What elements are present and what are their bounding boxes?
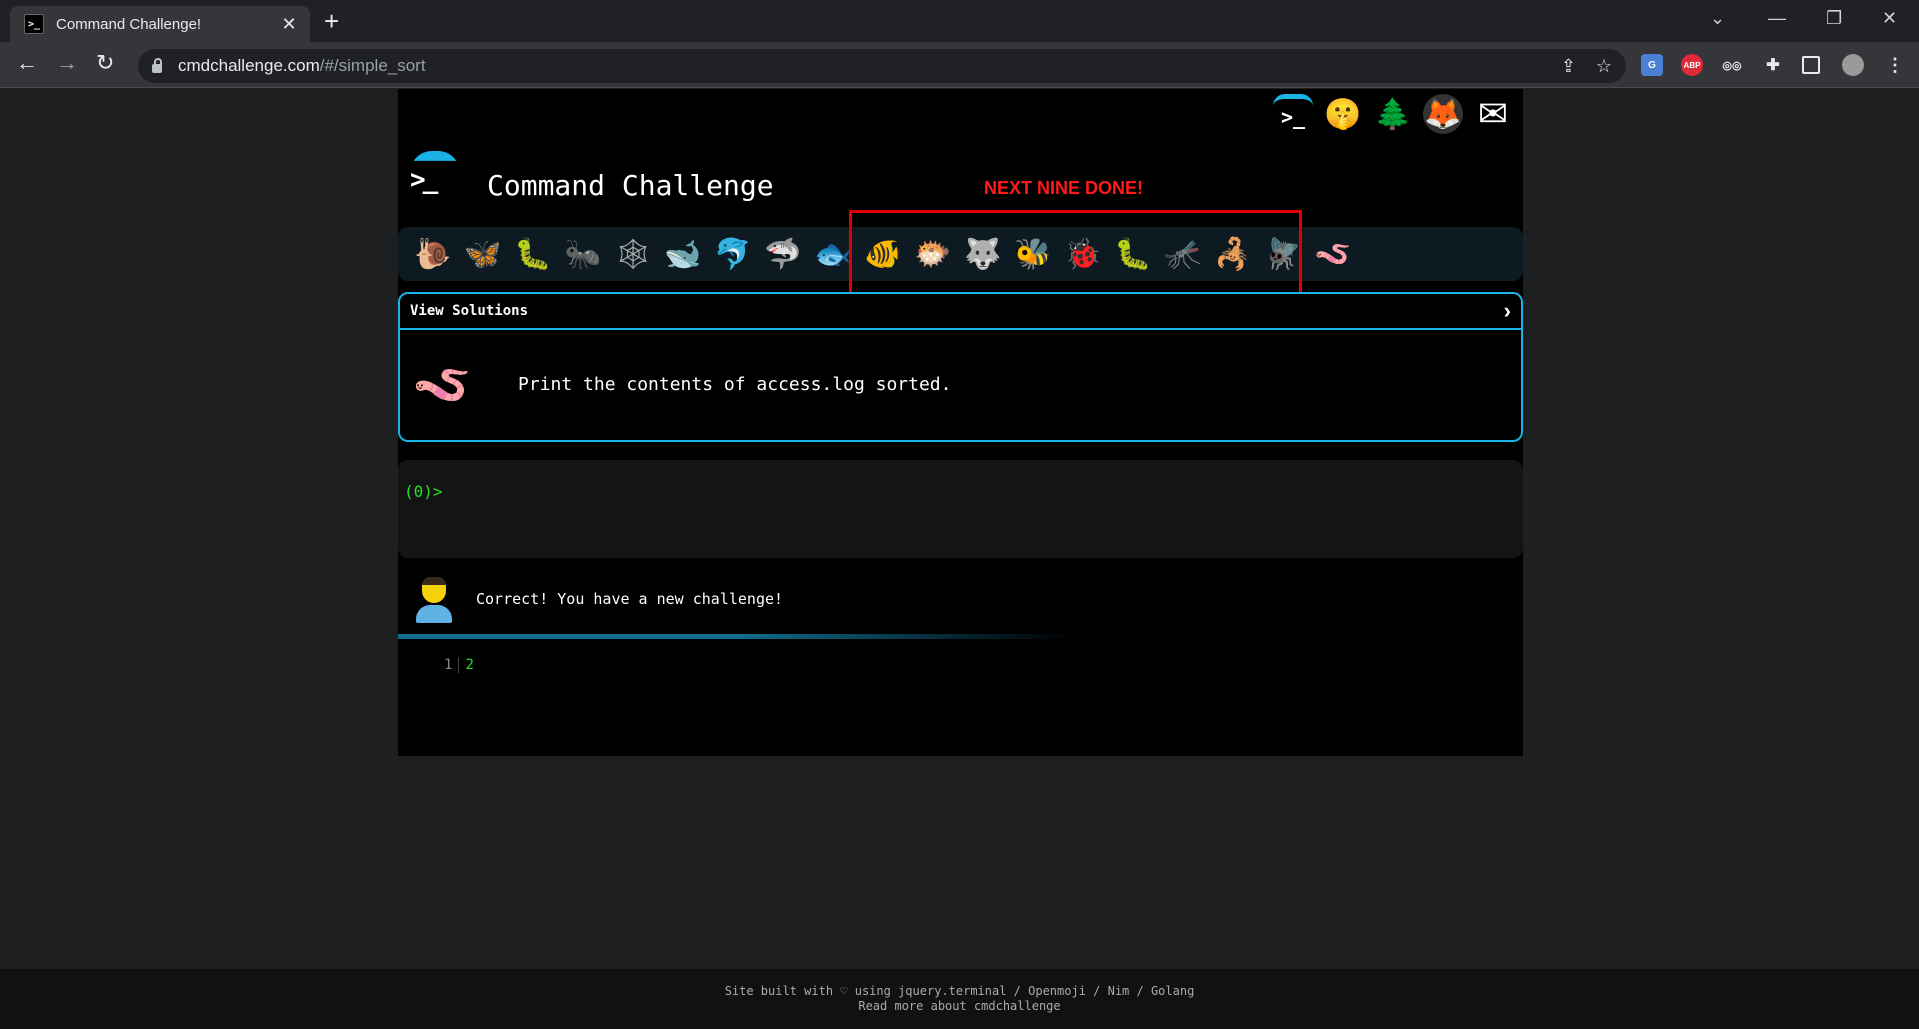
address-bar[interactable]: cmdchallenge.com/#/simple_sort ⇪ ☆ — [138, 49, 1626, 83]
top-nav-icons: >_ 🤫 🌲 🦊 ✉ — [1273, 93, 1513, 134]
output-line-numbers: 1 2 — [444, 657, 474, 673]
terminal-prompt: (0)> — [404, 482, 443, 501]
annotation-label: NEXT NINE DONE! — [984, 178, 1144, 198]
gitlab-icon[interactable]: 🦊 — [1423, 94, 1463, 134]
worm-challenge-icon: 🪱 — [412, 358, 472, 412]
footer-credits[interactable]: Site built with ♡ using jquery.terminal … — [725, 984, 1195, 999]
translate-icon[interactable]: G — [1641, 54, 1663, 76]
chevron-right-icon[interactable]: › — [1504, 298, 1511, 324]
dolphin-badge-icon[interactable]: 🐬 — [708, 229, 758, 279]
butterfly-badge-icon[interactable]: 🦋 — [458, 229, 508, 279]
line-number-2: 2 — [465, 657, 474, 673]
status-message: Correct! You have a new challenge! — [398, 567, 1523, 631]
ant-badge-icon[interactable]: 🐜 — [558, 229, 608, 279]
url-text[interactable]: cmdchallenge.com/#/simple_sort — [178, 56, 426, 76]
challenge-description: Print the contents of access.log sorted. — [518, 373, 952, 395]
tab-favicon-icon: >_ — [24, 14, 44, 34]
site-container: >_ 🤫 🌲 🦊 ✉ >_ Command Challenge NEXT NIN… — [398, 89, 1523, 756]
mail-icon[interactable]: ✉ — [1473, 93, 1513, 134]
logo-prompt-icon: >_ — [410, 165, 438, 195]
solutions-panel: View Solutions › 🪱 Print the contents of… — [398, 292, 1523, 442]
footer: Site built with ♡ using jquery.terminal … — [0, 969, 1919, 1029]
challenge-body: 🪱 Print the contents of access.log sorte… — [400, 330, 1521, 438]
terminal-input[interactable]: (0)> — [398, 460, 1523, 558]
site-title: Command Challenge — [487, 169, 774, 202]
footer-read-more-link[interactable]: Read more about cmdchallenge — [858, 999, 1060, 1014]
tab-close-icon[interactable]: ✕ — [278, 14, 300, 35]
close-window-button[interactable]: ✕ — [1882, 8, 1897, 29]
profile-avatar[interactable] — [1842, 54, 1864, 76]
worm-badge-icon[interactable]: 🪱 — [1308, 229, 1358, 279]
bookmark-star-icon[interactable]: ☆ — [1596, 56, 1612, 77]
tab-title: Command Challenge! — [56, 15, 202, 33]
adblock-icon[interactable]: ABP — [1681, 54, 1703, 76]
extensions-puzzle-icon[interactable]: ✚ — [1762, 54, 1784, 76]
avatar-icon — [412, 573, 456, 625]
status-text: Correct! You have a new challenge! — [476, 590, 784, 608]
tab-bar: >_ Command Challenge! ✕ + ⌄ — ❐ ✕ — [0, 0, 1919, 42]
shushing-face-icon[interactable]: 🤫 — [1323, 94, 1363, 134]
browser-tab[interactable]: >_ Command Challenge! ✕ — [10, 6, 310, 42]
new-tab-button[interactable]: + — [324, 8, 339, 34]
reload-button[interactable]: ↻ — [96, 52, 114, 74]
reader-icon[interactable]: ◎◎ — [1721, 54, 1743, 76]
side-panel-icon[interactable] — [1802, 56, 1820, 74]
tree-icon[interactable]: 🌲 — [1373, 94, 1413, 134]
browser-toolbar: ← → ↻ cmdchallenge.com/#/simple_sort ⇪ ☆… — [0, 42, 1919, 88]
spider-web-badge-icon[interactable]: 🕸 — [608, 229, 658, 279]
back-button[interactable]: ← — [16, 52, 38, 74]
caterpillar-badge-icon[interactable]: 🐛 — [508, 229, 558, 279]
minimize-button[interactable]: — — [1768, 8, 1786, 29]
menu-kebab-icon[interactable]: ⋮ — [1884, 54, 1906, 76]
site-logo[interactable]: >_ — [408, 151, 460, 199]
solutions-header[interactable]: View Solutions › — [400, 294, 1521, 330]
terminal-icon[interactable]: >_ — [1273, 94, 1313, 134]
progress-bar — [398, 634, 1523, 639]
share-icon[interactable]: ⇪ — [1561, 56, 1576, 77]
page: >_ 🤫 🌲 🦊 ✉ >_ Command Challenge NEXT NIN… — [0, 89, 1919, 1029]
forward-button[interactable]: → — [56, 52, 78, 74]
restore-button[interactable]: ❐ — [1826, 8, 1842, 29]
tab-search-icon[interactable]: ⌄ — [1710, 8, 1725, 29]
shark-badge-icon[interactable]: 🦈 — [758, 229, 808, 279]
lock-icon[interactable] — [152, 58, 162, 73]
whale-badge-icon[interactable]: 🐋 — [658, 229, 708, 279]
view-solutions-label[interactable]: View Solutions — [410, 303, 1504, 319]
snail-badge-icon[interactable]: 🐌 — [408, 229, 458, 279]
line-number-1: 1 — [444, 657, 460, 673]
